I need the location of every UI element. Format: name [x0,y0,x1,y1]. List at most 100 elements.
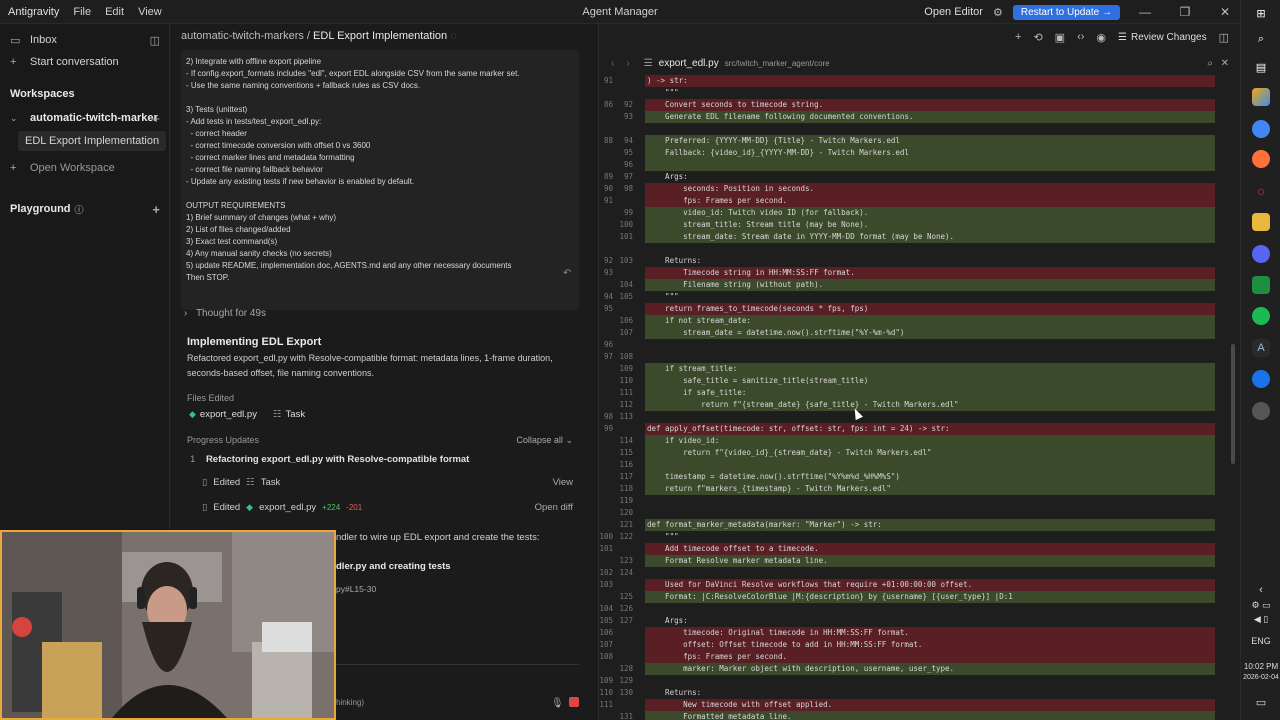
file-chip-task[interactable]: ☷ Task [273,409,305,420]
lines-removed: -201 [346,503,363,512]
close-icon[interactable]: ✕ [1210,5,1240,19]
close-icon[interactable]: ✕ [1221,58,1229,69]
task-view-icon[interactable]: ▤ [1252,58,1270,76]
step-title: Refactoring export_edl.py with Resolve-c… [205,454,470,465]
code-icon[interactable]: ‹› [1077,31,1084,43]
minimize-icon[interactable]: — [1130,5,1160,19]
webcam-overlay [0,530,336,720]
collapse-all-button[interactable]: Collapse all ⌄ [516,435,573,446]
history-icon[interactable]: ⟲ [1033,31,1042,44]
diff-line: 102 124 [599,567,1229,579]
language-indicator[interactable]: ENG [1241,636,1280,646]
chrome-icon[interactable] [1252,120,1270,138]
task-title: Implementing EDL Export [187,336,322,348]
menu-view[interactable]: View [138,6,162,18]
menu-bar: File Edit View [73,6,161,18]
prompt-line: 4) Any manual sanity checks (no secrets) [186,249,332,258]
sidebar-item-open-workspace[interactable]: + Open Workspace [0,158,170,178]
thought-toggle[interactable]: › Thought for 49s [184,308,266,319]
diff-line: 92 103 Returns: [599,255,1229,267]
new-line-number: 96 [623,160,633,169]
prompt-line: - correct file naming fallback behavior [186,165,323,174]
sidebar-toggle-icon[interactable]: ◫ [150,34,160,47]
sidebar-item-inbox[interactable]: ▭ Inbox ◫ [0,30,170,50]
webcam-image [2,532,334,718]
old-line-number: 93 [603,268,613,277]
sidebar-item-playground[interactable]: Playground ⓘ + [0,199,170,219]
undo-icon[interactable]: ↶ [563,268,571,279]
search-icon[interactable]: ⌕ [1252,30,1270,48]
prompt-line: 3) Exact test command(s) [186,237,278,246]
menu-file[interactable]: File [73,6,91,18]
prompt-line: 2) Integrate with offline export pipelin… [186,57,322,66]
diff-line: """ [599,87,1229,99]
editor-scrollbar[interactable] [1231,344,1235,464]
diff-line-removed: 111 New timecode with offset applied. [599,699,1229,711]
panel-toggle-icon[interactable]: ◫ [1219,31,1229,44]
stop-button[interactable] [569,697,579,707]
obs-icon[interactable] [1252,402,1270,420]
diff-line: 94 105 """ [599,291,1229,303]
old-line-number: 95 [603,304,613,313]
tray-chevron-icon[interactable]: ‹ [1241,584,1280,596]
code-text: video_id: Twitch video ID (for fallback)… [647,208,869,217]
clock-time[interactable]: 10:02 PM [1241,662,1280,671]
windows-start-icon[interactable]: ⊞ [1252,4,1270,22]
new-line-number: 118 [619,484,633,493]
code-text: Format Resolve marker metadata line. [647,556,828,565]
search-icon[interactable]: ⌕ [1207,58,1213,69]
code-text: if video_id: [647,436,720,445]
file-chip-export-edl[interactable]: ◆ export_edl.py [189,409,257,420]
add-icon[interactable]: + [1015,31,1021,43]
notification-icon[interactable]: ▭ [1241,696,1280,709]
preview-icon[interactable]: ◉ [1096,31,1106,44]
review-changes-button[interactable]: ☰ Review Changes [1118,32,1207,43]
file-ref-fragment[interactable]: py#L15-30 [336,584,376,594]
forward-icon[interactable]: › [626,58,629,69]
gear-icon[interactable]: ⚙ [993,6,1003,19]
microphone-icon[interactable]: 🎙 [551,698,564,709]
restart-to-update-button[interactable]: Restart to Update → [1012,4,1120,20]
maps-icon[interactable] [1252,370,1270,388]
sheets-icon[interactable] [1252,276,1270,294]
diff-line-removed: 91 fps: Frames per second. [599,195,1229,207]
discord-icon[interactable] [1252,245,1270,263]
view-button[interactable]: View [553,477,573,488]
clock-date[interactable]: 2026-02-04 [1241,674,1280,681]
sidebar-item-workspace[interactable]: ⌄ automatic-twitch-marker + [0,108,170,128]
antigravity-icon[interactable]: A [1252,339,1270,357]
terminal-icon[interactable]: ▣ [1055,31,1065,44]
tray-icons[interactable]: ⚙ ▭ [1241,600,1280,611]
code-text: """ [647,88,679,97]
menu-edit[interactable]: Edit [105,6,124,18]
restore-icon[interactable]: ❐ [1170,5,1200,19]
file-explorer-icon[interactable] [1252,213,1270,231]
diff-line-added: 114 if video_id: [599,435,1229,447]
open-diff-button[interactable]: Open diff [535,502,573,513]
back-icon[interactable]: ‹ [611,58,614,69]
code-text: if stream_title: [647,364,738,373]
breadcrumb-workspace[interactable]: automatic-twitch-markers [181,30,304,42]
sidebar-item-start-conversation[interactable]: + Start conversation [0,52,170,72]
agent-message-fragment: ndler to wire up EDL export and create t… [336,532,540,543]
add-playground-icon[interactable]: + [152,202,160,217]
diff-line-added: 116 [599,459,1229,471]
opera-icon[interactable]: ○ [1252,182,1270,200]
new-line-number: 107 [619,328,633,337]
diff-highlight [645,159,1215,171]
sidebar-item-edl-export[interactable]: EDL Export Implementation ◌ [18,131,166,151]
firefox-icon[interactable] [1252,150,1270,168]
open-editor-button[interactable]: Open Editor [924,6,983,18]
new-line-number: 130 [619,688,633,697]
copilot-icon[interactable] [1252,88,1270,106]
old-line-number: 102 [599,568,613,577]
spotify-icon[interactable] [1252,307,1270,325]
volume-icon[interactable]: ◀ ▯ [1241,614,1280,625]
prompt-line [186,92,574,104]
loading-icon: ◌ [151,135,158,147]
code-text: marker: Marker object with description, … [647,664,955,673]
code-diff[interactable]: 91) -> str: """ 86 92 Convert seconds to t… [599,74,1229,720]
add-conversation-icon[interactable]: + [152,111,160,126]
diff-line-added: 123 Format Resolve marker metadata line. [599,555,1229,567]
new-line-number: 93 [623,112,633,121]
